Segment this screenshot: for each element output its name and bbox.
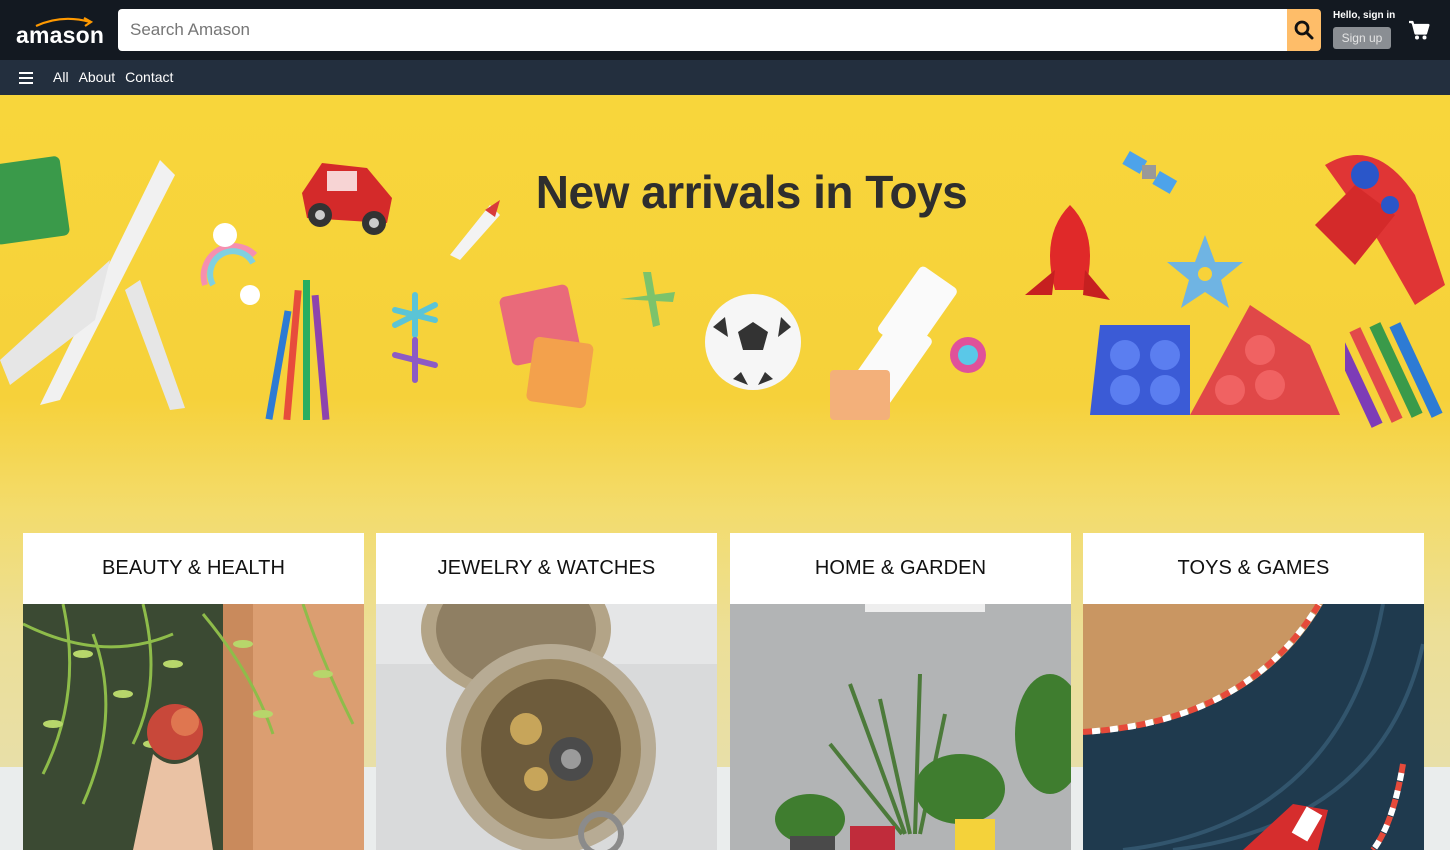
cart-button[interactable]	[1408, 19, 1430, 41]
category-image-toys-games[interactable]	[1083, 604, 1424, 850]
toy-crayons-image	[1345, 322, 1443, 428]
category-title: HOME & GARDEN	[814, 557, 987, 579]
toy-dominoes-image	[830, 266, 986, 420]
cart-icon	[1409, 20, 1430, 40]
toy-red-airplane-image	[1315, 155, 1445, 305]
search-bar	[118, 9, 1321, 51]
category-image-beauty-health[interactable]	[23, 604, 364, 850]
category-title: BEAUTY & HEALTH	[101, 557, 286, 579]
signup-button[interactable]: Sign up	[1333, 27, 1391, 49]
category-title: TOYS & GAMES	[1177, 557, 1330, 579]
category-title: JEWELRY & WATCHES	[437, 557, 656, 579]
toy-building-blocks-image	[1090, 305, 1340, 415]
toy-rainbow-image	[200, 223, 260, 305]
toy-soccer-ball-image	[705, 294, 801, 390]
category-card-toys-games[interactable]: TOYS & GAMES	[1083, 533, 1424, 850]
hero-title: New arrivals in Toys	[535, 166, 968, 218]
top-header: amason Hello, sign in Sign up	[0, 0, 1450, 60]
search-input[interactable]	[118, 9, 1287, 51]
search-button[interactable]	[1287, 9, 1321, 51]
category-image-home-garden[interactable]	[730, 604, 1071, 850]
nav-links: All About Contact	[53, 69, 183, 85]
toy-number-blocks-image	[499, 284, 594, 409]
nav-link-contact[interactable]: Contact	[125, 69, 173, 85]
toy-connector-image	[392, 292, 438, 383]
category-card-beauty-health[interactable]: BEAUTY & HEALTH	[23, 533, 364, 850]
nav-link-about[interactable]: About	[79, 69, 116, 85]
search-icon	[1294, 20, 1314, 40]
category-image-jewelry-watches[interactable]	[376, 604, 717, 850]
toy-pencils-image	[265, 280, 330, 420]
nav-link-all[interactable]: All	[53, 69, 69, 85]
category-card-jewelry-watches[interactable]: JEWELRY & WATCHES	[376, 533, 717, 850]
category-card-home-garden[interactable]: HOME & GARDEN	[730, 533, 1071, 850]
secondary-nav: All About Contact	[0, 60, 1450, 95]
account-greeting: Hello, sign in	[1333, 10, 1396, 21]
toy-plane-small-image	[620, 272, 675, 327]
account-menu: Hello, sign in Sign up	[1333, 10, 1395, 49]
logo-arrow-icon	[35, 17, 94, 27]
hamburger-menu-icon[interactable]	[19, 72, 33, 84]
site-logo[interactable]: amason	[14, 10, 106, 50]
toy-star-image	[1167, 235, 1243, 308]
